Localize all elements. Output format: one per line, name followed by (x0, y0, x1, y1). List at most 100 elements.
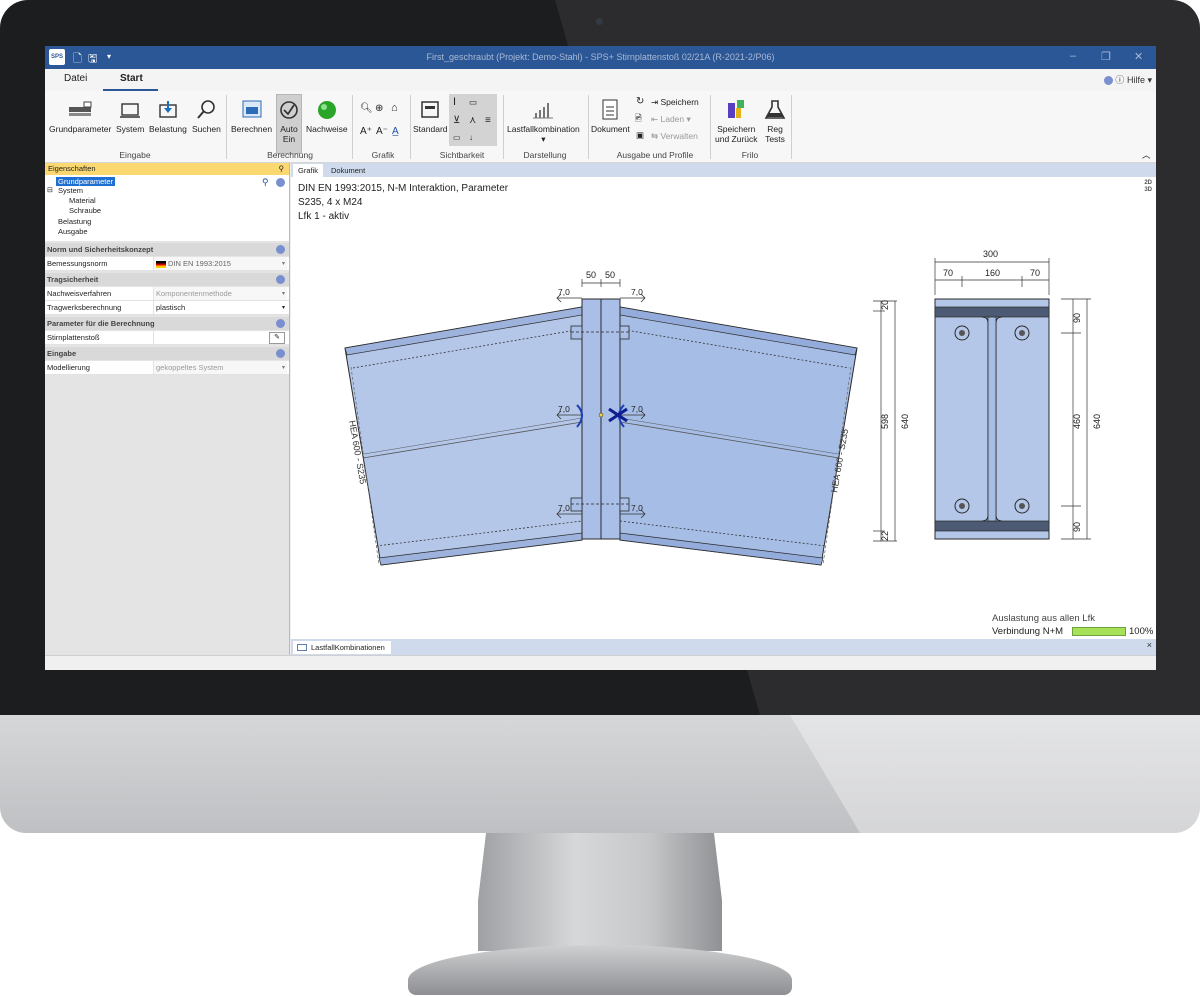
speichern-zurueck-button[interactable]: Speichern und Zurück (715, 99, 758, 144)
panel-header: Eigenschaften ⚲ (45, 163, 289, 175)
arrow-visibility-icon[interactable]: ↓ (469, 133, 473, 142)
graphic-canvas[interactable]: 2D 3D DIN EN 1993:2015, N-M Interaktion, … (291, 177, 1156, 639)
reg-tests-button[interactable]: Reg Tests (763, 99, 787, 144)
tab-start[interactable]: Start (118, 73, 145, 84)
collapse-icon (276, 349, 285, 358)
tab-grafik[interactable]: Grafik (293, 164, 324, 177)
utilization-percent: 100% (1129, 626, 1154, 637)
tree-expand-icon[interactable]: ⊟ (47, 186, 53, 195)
tree-item-belastung[interactable]: Belastung (58, 217, 91, 226)
grundparameter-button[interactable]: Grundparameter (49, 99, 111, 134)
monitor-stand-foot (408, 945, 792, 995)
weld-label: 7,0 (558, 404, 570, 414)
connection-drawing: 7,0 7,0 7,0 7,0 7,0 7,0 50 50 HEA 600 - … (344, 249, 1102, 566)
calculate-icon (242, 100, 262, 118)
belastung-icon (159, 101, 177, 118)
restore-button[interactable]: ❐ (1101, 50, 1111, 63)
suchen-button[interactable]: Suchen (192, 99, 221, 134)
search-icon[interactable]: ⚲ (262, 177, 269, 188)
stirnplattenstoss-field[interactable]: ✎ (153, 331, 287, 344)
tree-item-ausgabe[interactable]: Ausgabe (58, 227, 88, 236)
refresh-icon[interactable]: ↻ (636, 96, 644, 107)
dim-640: 640 (1092, 414, 1102, 429)
layers-icon (421, 101, 439, 118)
ribbon-separator (710, 95, 711, 159)
tab-dokument[interactable]: Dokument (326, 164, 370, 177)
system-icon (120, 103, 141, 118)
ribbon-separator (588, 95, 589, 159)
collapse-icon (276, 319, 285, 328)
lastfallkombination-button[interactable]: Lastfallkombination ▾ (507, 99, 580, 144)
group-label-grafik: Grafik (371, 150, 395, 160)
system-button[interactable]: System (116, 99, 144, 134)
tab-datei[interactable]: Datei (62, 73, 89, 84)
nachweisverfahren-select[interactable]: Komponentenmethode ▾ (153, 287, 287, 300)
status-bar (45, 655, 1156, 670)
app-window: SPS 🗋 🖫 ▾ First_geschraubt (Projekt: Dem… (45, 46, 1156, 670)
modellierung-select[interactable]: gekoppeltes System ▾ (153, 361, 287, 374)
pin-icon[interactable]: ⚲ (279, 163, 285, 175)
verwalten-button[interactable]: ⇆ Verwalten (651, 131, 698, 142)
font-color-icon[interactable]: A̲ (392, 126, 399, 137)
search-icon (197, 100, 216, 119)
collapse-icon[interactable] (276, 178, 285, 187)
close-panel-button[interactable]: × (1147, 640, 1152, 650)
weld-label: 7,0 (558, 503, 570, 513)
font-larger-icon[interactable]: A⁺ (360, 126, 372, 137)
belastung-button[interactable]: Belastung (149, 99, 187, 134)
section-eingabe[interactable]: Eingabe (45, 347, 289, 360)
tree-item-grundparameter[interactable]: Grundparameter (56, 177, 116, 186)
weld-label: 7,0 (631, 287, 643, 297)
section-parameter[interactable]: Parameter für die Berechnung (45, 317, 289, 330)
weld-visibility-icon[interactable]: ⋏ (469, 115, 476, 126)
speichern-profile-button[interactable]: ⇥ Speichern (651, 97, 699, 108)
standard-view-button[interactable]: Standard (413, 99, 448, 134)
webcam (596, 18, 603, 25)
label-visibility-icon[interactable]: ▭ (453, 133, 461, 142)
preview-icon[interactable]: 🖻 (635, 113, 642, 127)
view-tabs: Grafik Dokument (291, 163, 1156, 177)
tree-item-material[interactable]: Material (69, 196, 96, 205)
tree-item-schraube[interactable]: Schraube (69, 206, 101, 215)
ribbon-separator (503, 95, 504, 159)
node-point (598, 412, 604, 418)
zoom-icon[interactable]: 🔍︎ (360, 103, 373, 114)
auto-ein-toggle[interactable]: Auto Ein (276, 94, 302, 154)
nachweise-button[interactable]: Nachweise (306, 99, 348, 134)
close-button[interactable]: ✕ (1134, 50, 1143, 63)
font-smaller-icon[interactable]: A⁻ (376, 126, 388, 137)
ribbon-collapse-chevron-icon[interactable]: ︿ (1142, 149, 1151, 161)
dim-640: 640 (900, 414, 910, 429)
dim-20: 20 (880, 300, 890, 310)
minimize-button[interactable]: – (1070, 50, 1076, 62)
text-visibility-icon[interactable]: ≡ (485, 115, 491, 126)
bottom-panel-bar: LastfallKombinationen × (291, 639, 1156, 655)
zoom-in-icon[interactable]: ⊕ (375, 103, 383, 114)
flask-icon (764, 100, 786, 119)
profile-visibility-icon[interactable]: I (453, 96, 456, 108)
weld-label: 7,0 (631, 404, 643, 414)
tab-lastfallkombinationen[interactable]: LastfallKombinationen (293, 641, 391, 654)
collapse-ribbon-icon[interactable] (1103, 76, 1113, 86)
monitor-stand-neck (478, 833, 722, 951)
berechnen-button[interactable]: Berechnen (231, 99, 272, 134)
bemessungsnorm-select[interactable]: DIN EN 1993:2015 ▾ (153, 257, 287, 270)
title-bar: SPS 🗋 🖫 ▾ First_geschraubt (Projekt: Dem… (45, 46, 1156, 69)
german-flag-icon (156, 260, 166, 268)
section-norm[interactable]: Norm und Sicherheitskonzept (45, 243, 289, 256)
ribbon: Grundparameter System Belastung Suchen E… (45, 91, 1156, 163)
section-tragsicherheit[interactable]: Tragsicherheit (45, 273, 289, 286)
dimension-visibility-icon[interactable]: ▭ (469, 97, 477, 108)
laden-profile-button[interactable]: ⇤ Laden ▾ (651, 114, 691, 125)
help-menu[interactable]: ⓘ Hilfe ▾ (1103, 73, 1152, 86)
load-visibility-icon[interactable]: ⊻ (453, 115, 460, 126)
home-icon[interactable]: ⌂ (391, 102, 398, 114)
save-return-icon (728, 100, 745, 118)
tragwerksberechnung-select[interactable]: plastisch ▾ (153, 301, 287, 314)
group-label-darstellung: Darstellung (523, 150, 567, 160)
dokument-button[interactable]: Dokument (591, 99, 630, 134)
group-label-ausgabe: Ausgabe und Profile (616, 150, 694, 160)
utilization-label: Verbindung N+M (992, 626, 1064, 637)
tree-item-system[interactable]: System (58, 186, 83, 195)
print-icon[interactable]: ▣ (636, 130, 644, 141)
